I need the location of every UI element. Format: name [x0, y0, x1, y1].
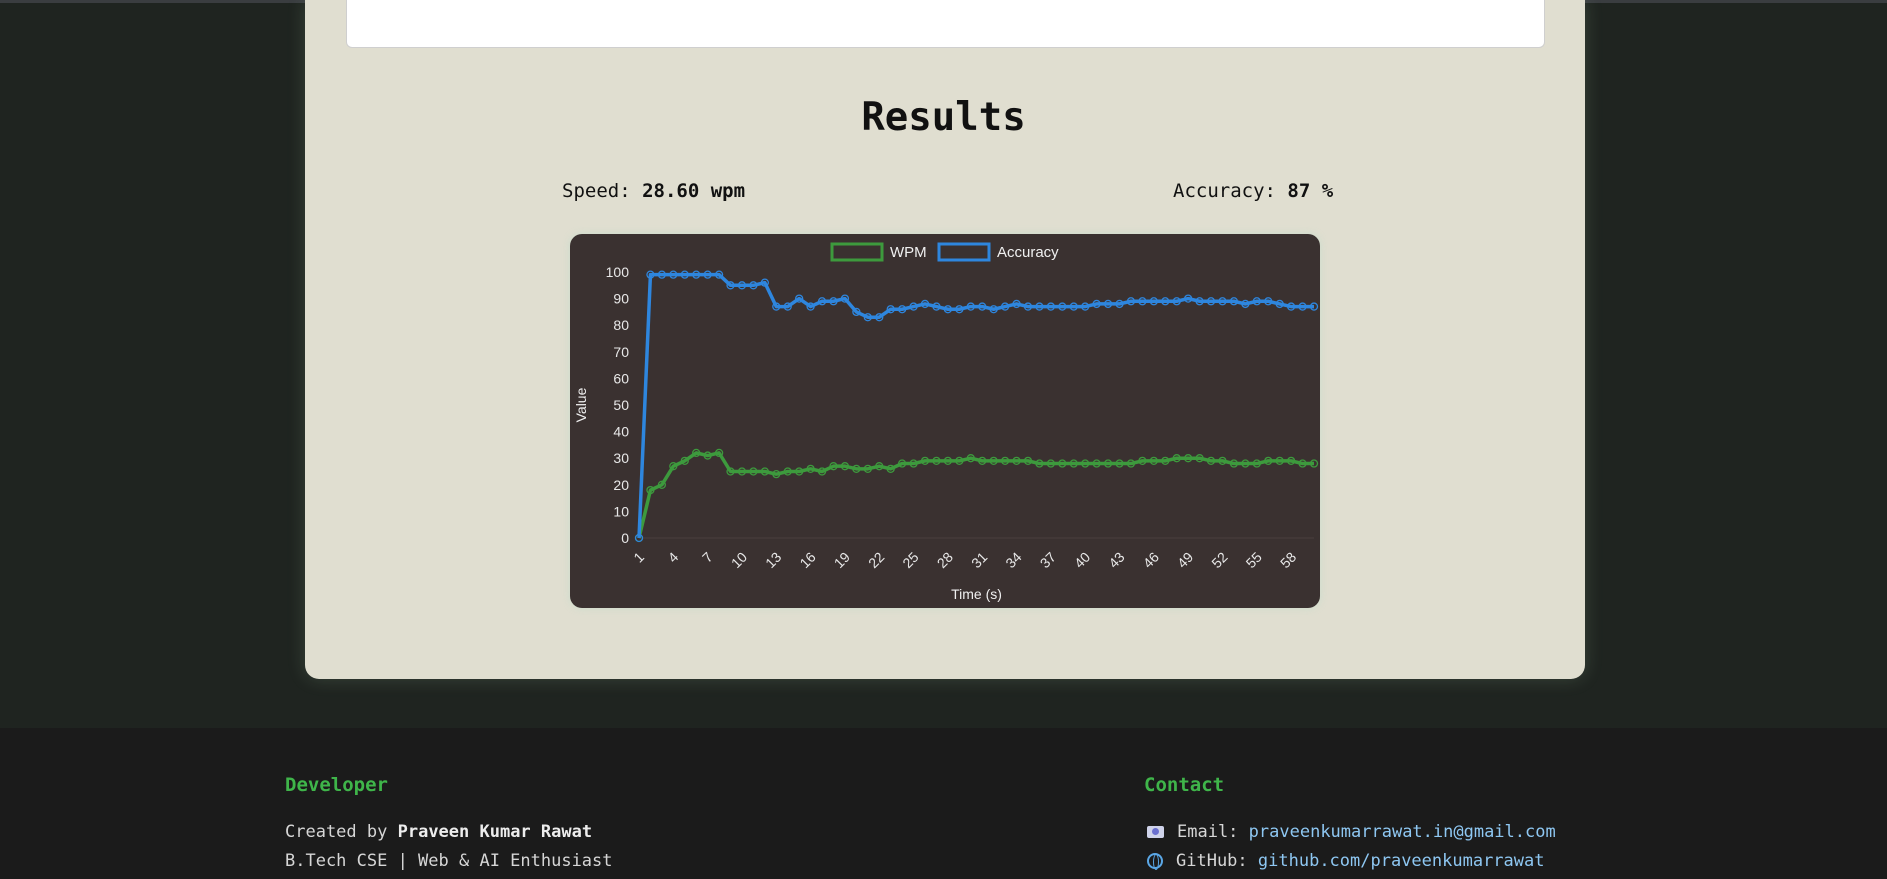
x-tick-label: 31 [968, 549, 990, 571]
y-tick-label: 40 [613, 424, 629, 440]
x-tick-label: 19 [831, 549, 853, 571]
results-chart: 0 10 20 30 40 50 60 70 80 90 100 1 4 7 10 13 16 19 22 25 28 3… [570, 234, 1320, 608]
x-tick-label: 22 [865, 549, 887, 571]
y-tick-label: 50 [613, 397, 629, 413]
x-tick-label: 37 [1037, 549, 1059, 571]
legend-label-accuracy: Accuracy [997, 244, 1059, 261]
x-tick-label: 52 [1208, 549, 1230, 571]
legend-label-wpm: WPM [890, 244, 927, 261]
x-tick-label: 34 [1002, 549, 1024, 571]
x-tick-label: 10 [728, 549, 750, 571]
speed-stat: Speed: 28.60 wpm [562, 180, 745, 202]
created-by-label: Created by [285, 822, 388, 842]
x-tick-label: 55 [1243, 549, 1265, 571]
x-tick-label: 16 [796, 549, 818, 571]
y-tick-label: 30 [613, 450, 629, 466]
email-link[interactable]: praveenkumarrawat.in@gmail.com [1249, 822, 1556, 842]
x-tick-label: 25 [899, 549, 921, 571]
speed-value: 28.60 wpm [642, 180, 746, 202]
typing-area[interactable] [346, 0, 1545, 48]
y-tick-label: 0 [621, 530, 629, 546]
developer-heading: Developer [285, 774, 388, 796]
x-tick-label: 49 [1174, 549, 1196, 571]
y-tick-label: 100 [606, 264, 630, 280]
x-axis-title: Time (s) [951, 586, 1002, 602]
x-tick-label: 46 [1140, 549, 1162, 571]
x-tick-label: 28 [934, 549, 956, 571]
email-line: Email: praveenkumarrawat.in@gmail.com [1146, 822, 1556, 842]
globe-icon [1147, 853, 1163, 870]
author-name: Praveen Kumar Rawat [397, 822, 593, 842]
results-chart-svg: 0 10 20 30 40 50 60 70 80 90 100 1 4 7 10 13 16 19 22 25 28 3… [573, 242, 1319, 602]
legend-swatch-accuracy [937, 242, 991, 262]
series-line-wpm [637, 451, 1314, 539]
contact-heading: Contact [1144, 774, 1225, 796]
results-title: Results [861, 95, 1026, 140]
y-tick-label: 10 [613, 503, 629, 519]
y-tick-label: 70 [613, 344, 629, 360]
footer [0, 728, 1887, 879]
accuracy-label: Accuracy: [1173, 180, 1276, 202]
x-tick-label: 7 [699, 549, 716, 566]
legend-swatch-wpm [830, 242, 884, 262]
x-tick-label: 58 [1277, 549, 1299, 571]
github-label: GitHub: [1176, 851, 1248, 871]
accuracy-value: 87 % [1287, 180, 1334, 202]
tagline: B.Tech CSE | Web & AI Enthusiast [285, 851, 613, 871]
email-label: Email: [1177, 822, 1239, 842]
x-tick-label: 1 [630, 549, 647, 566]
y-tick-label: 90 [613, 291, 629, 307]
x-tick-label: 13 [762, 549, 784, 571]
x-tick-label: 40 [1071, 549, 1093, 571]
series-line-accuracy [637, 272, 1314, 539]
x-tick-label: 43 [1105, 549, 1127, 571]
created-by-line: Created by Praveen Kumar Rawat [285, 822, 592, 842]
github-link[interactable]: github.com/praveenkumarrawat [1258, 851, 1545, 871]
github-line: GitHub: github.com/praveenkumarrawat [1146, 851, 1544, 871]
x-tick-label: 4 [665, 549, 682, 566]
speed-label: Speed: [562, 180, 631, 202]
y-tick-label: 60 [613, 370, 629, 386]
email-icon [1147, 826, 1164, 838]
accuracy-stat: Accuracy: 87 % [1173, 180, 1333, 202]
y-tick-label: 80 [613, 317, 629, 333]
y-tick-label: 20 [613, 477, 629, 493]
y-axis-title: Value [573, 387, 589, 422]
